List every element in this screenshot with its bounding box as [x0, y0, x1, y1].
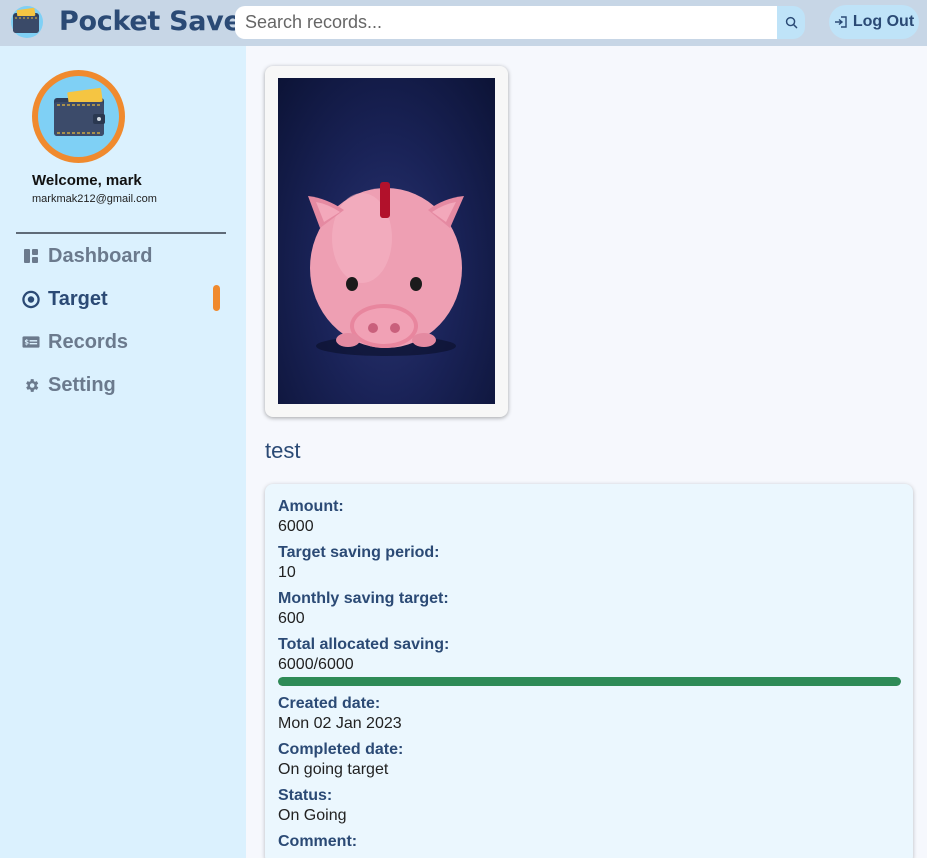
- comment-label: Comment:: [278, 833, 358, 850]
- sidebar-item-label: Target: [48, 287, 108, 310]
- target-image-card: [265, 66, 508, 417]
- monthly-value: 600: [278, 610, 305, 627]
- welcome-text: Welcome, mark: [32, 172, 142, 189]
- amount-label: Amount:: [278, 498, 344, 515]
- sidebar-item-label: Dashboard: [48, 244, 153, 267]
- sidebar-item-records[interactable]: $ Records: [22, 327, 128, 357]
- allocated-value: 6000/6000: [278, 656, 354, 673]
- top-bar: Pocket Save Log Out: [0, 0, 927, 46]
- avatar: [32, 70, 125, 163]
- svg-text:$: $: [24, 338, 29, 346]
- search-icon: [785, 16, 797, 29]
- sidebar-item-dashboard[interactable]: Dashboard: [22, 241, 152, 271]
- piggy-bank-photo: [278, 78, 495, 404]
- logout-label: Log Out: [852, 13, 915, 30]
- target-icon: [22, 290, 40, 308]
- amount-value: 6000: [278, 518, 314, 535]
- sidebar-item-label: Setting: [48, 373, 116, 396]
- gear-icon: [22, 376, 40, 394]
- allocated-label: Total allocated saving:: [278, 636, 450, 653]
- completed-label: Completed date:: [278, 741, 404, 758]
- sidebar-item-label: Records: [48, 330, 129, 353]
- status-label: Status:: [278, 787, 333, 804]
- wallet-logo-icon[interactable]: [10, 5, 44, 39]
- dashboard-icon: [22, 247, 40, 265]
- logout-button[interactable]: Log Out: [829, 5, 919, 39]
- logout-icon: [834, 16, 847, 28]
- sidebar: Welcome, mark markmak212@gmail.com Dashb…: [0, 46, 246, 858]
- created-label: Created date:: [278, 695, 381, 712]
- target-name: test: [265, 438, 301, 463]
- sidebar-divider: [16, 232, 226, 234]
- search-button[interactable]: [777, 6, 805, 39]
- app-title[interactable]: Pocket Save: [59, 6, 242, 37]
- period-value: 10: [278, 564, 296, 581]
- active-indicator: [213, 285, 220, 311]
- period-label: Target saving period:: [278, 544, 440, 561]
- avatar-wallet-icon: [38, 76, 119, 157]
- sidebar-item-target[interactable]: Target: [22, 284, 108, 314]
- search-input[interactable]: [235, 6, 777, 39]
- monthly-label: Monthly saving target:: [278, 590, 449, 607]
- sidebar-item-setting[interactable]: Setting: [22, 370, 116, 400]
- status-value: On Going: [278, 807, 347, 824]
- records-icon: $: [22, 333, 40, 351]
- completed-value: On going target: [278, 761, 389, 778]
- search-bar: [235, 6, 805, 39]
- saving-progress-fill: [278, 677, 901, 686]
- target-details-card: Amount: 6000 Target saving period: 10 Mo…: [265, 484, 913, 858]
- user-email: markmak212@gmail.com: [32, 193, 157, 205]
- created-value: Mon 02 Jan 2023: [278, 715, 402, 732]
- saving-progress-bar: [278, 677, 901, 686]
